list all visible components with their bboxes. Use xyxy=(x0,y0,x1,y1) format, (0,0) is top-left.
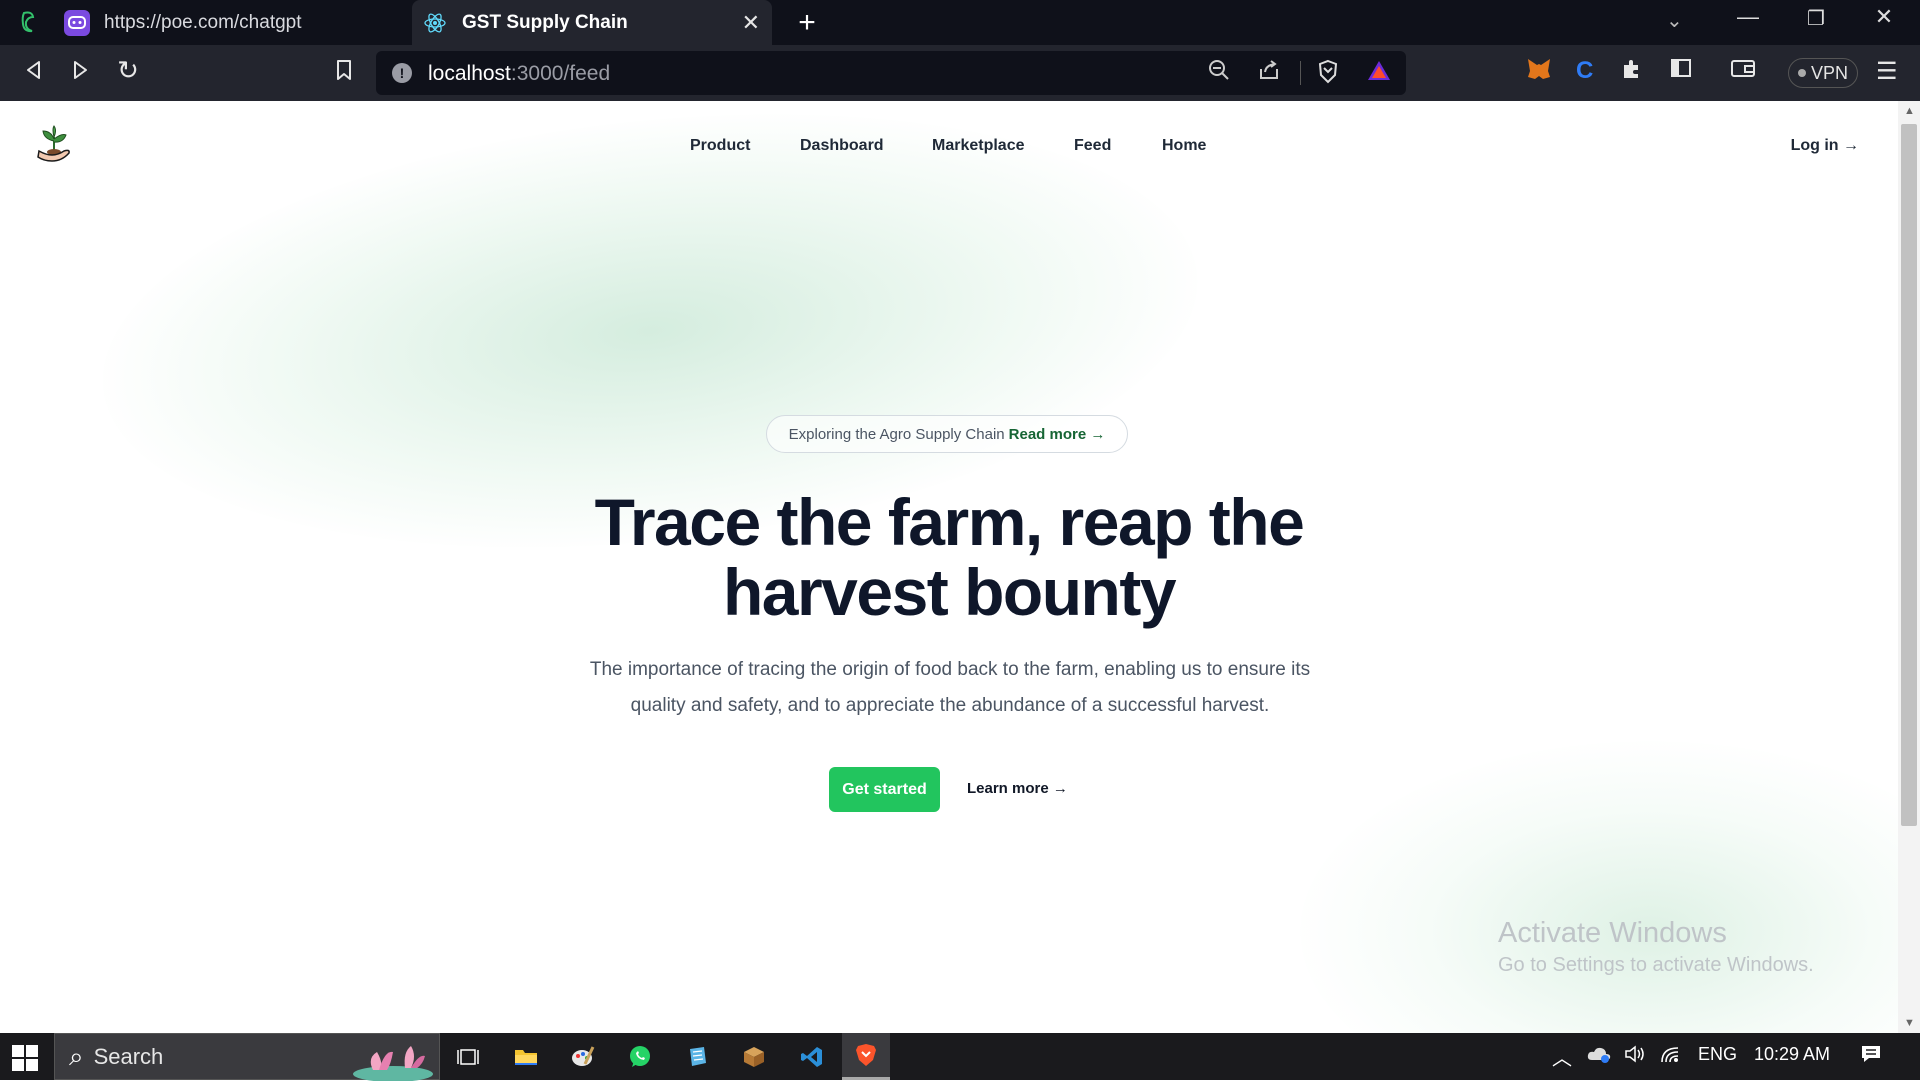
browser-toolbar: ↻ ! localhost:3000/feed C VPN ☰ xyxy=(0,45,1920,101)
learn-more-link[interactable]: Learn more → xyxy=(967,780,1068,797)
react-icon xyxy=(422,10,448,36)
zoom-icon[interactable] xyxy=(1208,59,1230,87)
metamask-icon[interactable] xyxy=(1526,57,1552,88)
bookmark-icon[interactable] xyxy=(328,57,360,88)
share-icon[interactable] xyxy=(1258,59,1280,87)
hamburger-menu-icon[interactable]: ☰ xyxy=(1876,57,1898,86)
announcement-pill: Exploring the Agro Supply Chain Read mor… xyxy=(766,415,1128,453)
hero-title: Trace the farm, reap the harvest bounty xyxy=(449,487,1449,627)
scroll-down-icon[interactable]: ▼ xyxy=(1904,1017,1915,1029)
brave-rewards-icon[interactable] xyxy=(1366,59,1392,89)
file-explorer-icon[interactable] xyxy=(502,1033,550,1080)
site-navigation: Product Dashboard Marketplace Feed Home xyxy=(0,137,1898,161)
taskbar-search-box[interactable]: ⌕ Search xyxy=(54,1033,440,1082)
read-more-link[interactable]: Read more → xyxy=(1009,426,1106,443)
new-tab-button[interactable]: + xyxy=(790,6,824,40)
forward-icon[interactable] xyxy=(64,57,96,88)
nav-feed[interactable]: Feed xyxy=(1074,137,1111,155)
get-started-button[interactable]: Get started xyxy=(829,767,940,812)
activate-windows-watermark: Activate Windows Go to Settings to activ… xyxy=(1498,917,1814,977)
site-info-icon[interactable]: ! xyxy=(392,63,412,83)
nav-product[interactable]: Product xyxy=(690,137,750,155)
divider xyxy=(1300,61,1301,85)
notepad-icon[interactable] xyxy=(674,1033,722,1080)
page-scrollbar[interactable]: ▲ ▼ xyxy=(1898,101,1920,1033)
url-text: localhost:3000/feed xyxy=(428,62,610,86)
clock[interactable]: 10:29 AM xyxy=(1754,1044,1830,1065)
onedrive-cloud-icon[interactable] xyxy=(1586,1044,1612,1069)
package-box-icon[interactable] xyxy=(730,1033,778,1080)
browser-tab-bar: https://poe.com/chatgpt GST Supply Chain… xyxy=(0,0,1920,45)
whatsapp-icon[interactable] xyxy=(616,1033,664,1080)
nav-dashboard[interactable]: Dashboard xyxy=(800,137,884,155)
speaker-icon[interactable] xyxy=(1624,1044,1646,1069)
lotus-flower-icon xyxy=(353,1040,439,1082)
language-indicator[interactable]: ENG xyxy=(1698,1044,1737,1065)
sidebar-icon[interactable] xyxy=(1670,57,1692,86)
brave-browser-icon[interactable] xyxy=(842,1033,890,1080)
url-host: localhost xyxy=(428,62,511,85)
scrollbar-thumb[interactable] xyxy=(1901,124,1917,826)
tab-title: GST Supply Chain xyxy=(462,11,628,33)
tab-title: https://poe.com/chatgpt xyxy=(104,11,302,33)
minimize-icon[interactable]: — xyxy=(1728,4,1768,30)
extension-c-icon[interactable]: C xyxy=(1576,57,1593,85)
tab-poe[interactable]: https://poe.com/chatgpt xyxy=(52,0,412,45)
wallet-icon[interactable] xyxy=(1730,57,1756,86)
login-link[interactable]: Log in → xyxy=(1791,137,1859,155)
vpn-status-dot xyxy=(1797,69,1806,77)
extensions-puzzle-icon[interactable] xyxy=(1620,57,1644,88)
vpn-label: VPN xyxy=(1810,62,1848,83)
poe-icon xyxy=(64,9,90,36)
search-icon: ⌕ xyxy=(69,1040,84,1071)
scroll-up-icon[interactable]: ▲ xyxy=(1904,105,1915,117)
watermark-title: Activate Windows xyxy=(1498,917,1727,949)
notifications-icon[interactable] xyxy=(1860,1044,1882,1069)
vpn-button[interactable]: VPN xyxy=(1788,58,1858,88)
taskbar-search-placeholder: Search xyxy=(93,1043,164,1069)
windows-start-icon[interactable] xyxy=(12,1045,38,1071)
watermark-subtitle: Go to Settings to activate Windows. xyxy=(1498,954,1814,976)
nav-home[interactable]: Home xyxy=(1162,137,1206,155)
nav-marketplace[interactable]: Marketplace xyxy=(932,137,1025,155)
task-view-icon[interactable] xyxy=(444,1033,492,1080)
windows-taskbar: ⌕ Search ︿ ENG 10:29 AM xyxy=(0,1033,1920,1082)
reload-icon[interactable]: ↻ xyxy=(112,55,144,86)
chevron-up-icon[interactable]: ︿ xyxy=(1552,1042,1572,1071)
hero-subtitle: The importance of tracing the origin of … xyxy=(589,659,1311,716)
brave-shields-icon[interactable] xyxy=(1316,59,1340,91)
address-bar[interactable]: ! localhost:3000/feed xyxy=(376,51,1406,95)
wifi-icon[interactable] xyxy=(1660,1044,1682,1069)
back-icon[interactable] xyxy=(18,57,50,88)
background-glow xyxy=(1300,741,1898,1033)
close-window-icon[interactable]: ✕ xyxy=(1864,4,1904,30)
vscode-icon[interactable] xyxy=(788,1033,836,1080)
browser-menu-icon[interactable] xyxy=(18,9,40,35)
announcement-text: Exploring the Agro Supply Chain xyxy=(788,425,1005,443)
hero-title-line: harvest bounty xyxy=(722,555,1177,629)
web-page: Product Dashboard Marketplace Feed Home … xyxy=(0,101,1898,1033)
url-path: :3000/feed xyxy=(510,62,611,85)
chevron-down-icon[interactable]: ⌄ xyxy=(1666,8,1683,33)
paint-icon[interactable] xyxy=(558,1033,606,1080)
close-tab-icon[interactable]: ✕ xyxy=(742,10,760,36)
tab-gst-supply-chain[interactable]: GST Supply Chain ✕ xyxy=(412,0,772,45)
hero-title-line: Trace the farm, reap the xyxy=(594,485,1305,559)
restore-icon[interactable]: ❐ xyxy=(1796,6,1836,31)
